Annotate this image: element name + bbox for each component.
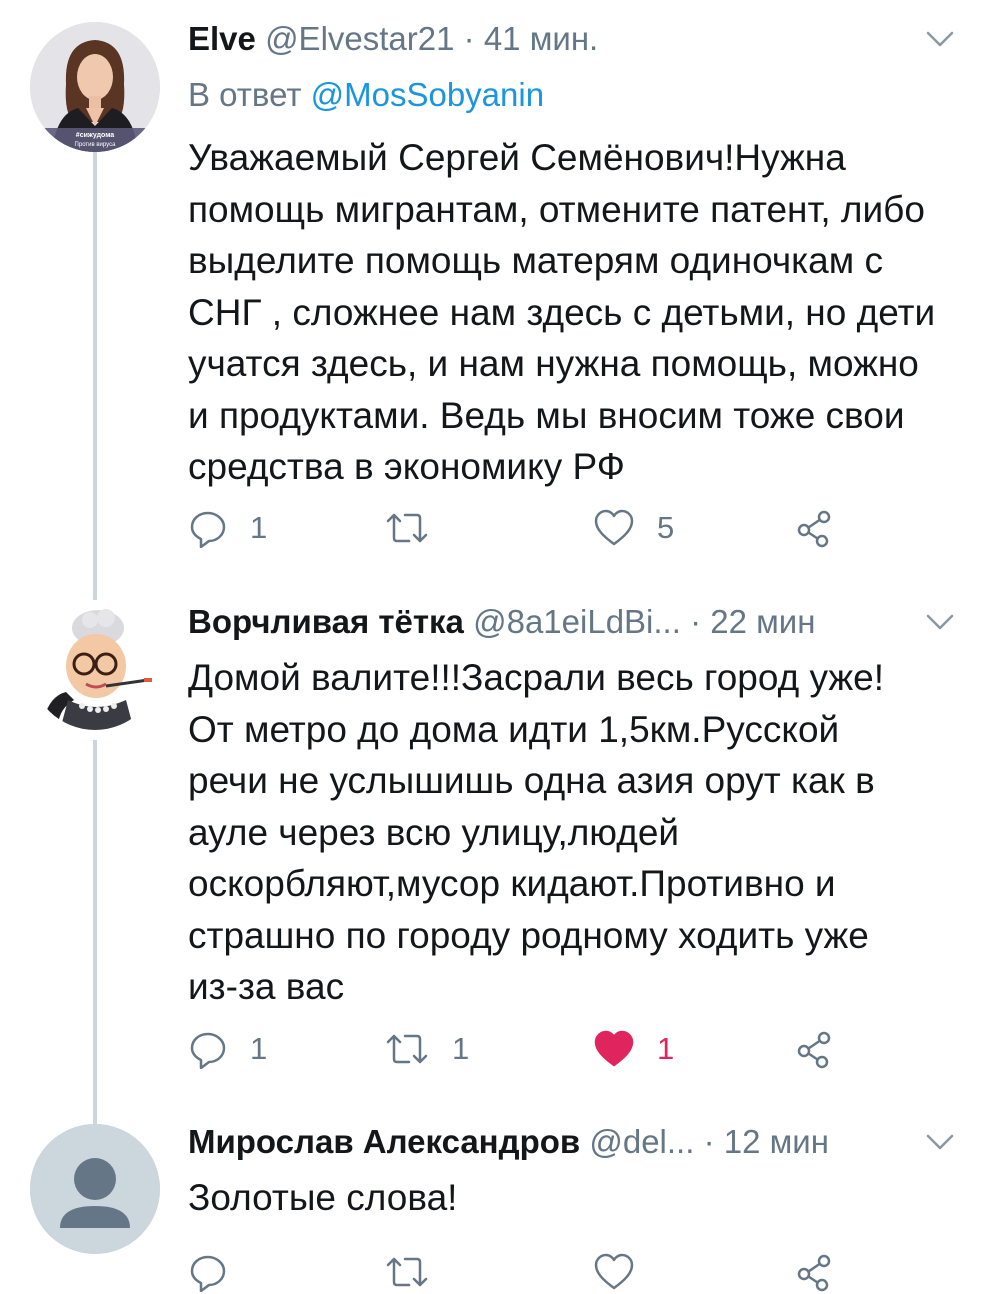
tweet-text-line: из-за вас xyxy=(188,966,345,1007)
reply-icon xyxy=(190,511,226,548)
avatar[interactable] xyxy=(30,1124,160,1254)
thread-line xyxy=(93,590,97,600)
reply-count: 1 xyxy=(250,1031,268,1066)
reply-count: 1 xyxy=(250,510,268,545)
separator-dot: · xyxy=(703,1123,715,1160)
like-button[interactable]: 5 xyxy=(593,506,674,550)
tweet-actions xyxy=(188,1250,848,1294)
tweet-text-line: Уважаемый Сергей Семёнович!Нужна xyxy=(188,137,846,178)
reply-context: В ответ @MosSobyanin xyxy=(188,73,544,117)
retweet-button[interactable]: 1 xyxy=(384,1027,469,1071)
tweet-actions: 1 1 1 xyxy=(188,1027,848,1071)
tweet-text-line: ауле через всю улицу,людей xyxy=(188,811,680,853)
timestamp[interactable]: 12 мин xyxy=(724,1123,829,1160)
tweet-text-line: учатся здесь, и нам нужна помощь, можно xyxy=(188,343,919,384)
avatar[interactable]: #сижудома Против вируса xyxy=(30,22,160,152)
tweet-text-line: оскорбляют,мусор кидают.Противно и xyxy=(188,863,836,904)
avatar-caption: #сижудома xyxy=(76,132,114,139)
reply-button[interactable] xyxy=(188,1250,250,1294)
tweet-header: Мирослав Александров @del... · 12 мин xyxy=(188,1120,958,1164)
tweet-text-line: страшно по городу родному ходить уже xyxy=(188,914,869,956)
tweet-text-line: От метро до дома идти 1,5км.Русской xyxy=(188,708,840,750)
display-name[interactable]: Мирослав Александров xyxy=(188,1123,580,1160)
share-button[interactable] xyxy=(794,1250,834,1294)
share-icon xyxy=(797,510,831,548)
tweet-text-line: речи не услышишь одна азия орут как в xyxy=(188,760,875,801)
mention-link[interactable]: @MosSobyanin xyxy=(311,76,544,113)
chevron-down-icon[interactable] xyxy=(922,1120,958,1164)
reply-icon xyxy=(190,1032,226,1069)
tweet-text: Домой валите!!!Засрали весь город уже! О… xyxy=(188,652,978,1013)
thread-line xyxy=(93,1110,97,1124)
reply-icon xyxy=(190,1255,226,1292)
tweet-text-line: выделите помощь матерям одиночкам с xyxy=(188,240,883,281)
like-count: 5 xyxy=(657,510,675,545)
tweet[interactable]: #сижудома Против вируса Elve @Elvestar21… xyxy=(0,0,998,590)
retweet-button[interactable] xyxy=(384,1250,452,1294)
retweet-icon xyxy=(386,1034,428,1064)
timestamp[interactable]: 41 мин. xyxy=(484,20,598,57)
like-button[interactable] xyxy=(593,1250,657,1294)
separator-dot: · xyxy=(463,20,475,57)
user-handle[interactable]: @del... xyxy=(589,1123,694,1160)
avatar[interactable] xyxy=(30,600,160,730)
timestamp[interactable]: 22 мин xyxy=(710,603,815,640)
tweet-text: Уважаемый Сергей Семёнович!Нужна помощь … xyxy=(188,132,978,493)
share-button[interactable] xyxy=(794,1027,834,1071)
chevron-down-icon[interactable] xyxy=(922,600,958,644)
retweet-icon xyxy=(386,1257,428,1287)
share-icon xyxy=(797,1254,831,1292)
like-button[interactable]: 1 xyxy=(593,1027,674,1071)
avatar-caption: Против вируса xyxy=(75,142,117,148)
tweet-actions: 1 5 xyxy=(188,506,848,550)
retweet-icon xyxy=(386,513,428,543)
user-handle[interactable]: @8a1eiLdBi... xyxy=(473,603,681,640)
tweet-text-line: Золотые слова! xyxy=(188,1177,458,1218)
retweet-button[interactable] xyxy=(384,506,452,550)
tweet-header: Ворчливая тётка @8a1eiLdBi... · 22 мин xyxy=(188,600,958,644)
reply-button[interactable]: 1 xyxy=(188,506,267,550)
tweet-text-line: помощь мигрантам, отмените патент, либо xyxy=(188,188,925,230)
tweet[interactable]: Ворчливая тётка @8a1eiLdBi... · 22 мин Д… xyxy=(0,590,998,1110)
heart-icon xyxy=(594,1253,634,1290)
tweet-text-line: Домой валите!!!Засрали весь город уже! xyxy=(188,657,885,698)
reply-button[interactable]: 1 xyxy=(188,1027,267,1071)
user-handle[interactable]: @Elvestar21 xyxy=(265,20,454,57)
heart-icon xyxy=(594,509,634,546)
separator-dot: · xyxy=(690,603,702,640)
reply-prefix: В ответ xyxy=(188,76,311,113)
share-icon xyxy=(797,1031,831,1069)
display-name[interactable]: Ворчливая тётка xyxy=(188,603,464,640)
tweet-text-line: и продуктами. Ведь мы вносим тоже свои xyxy=(188,394,905,436)
share-button[interactable] xyxy=(794,506,834,550)
tweet-text-line: СНГ , сложнее нам здесь с детьми, но дет… xyxy=(188,291,936,333)
retweet-count: 1 xyxy=(452,1031,470,1066)
thread-line xyxy=(93,740,97,1110)
tweet[interactable]: Мирослав Александров @del... · 12 мин Зо… xyxy=(0,1110,998,1292)
heart-filled-icon xyxy=(594,1030,634,1067)
default-avatar-icon xyxy=(30,1124,160,1254)
tweet-text: Золотые слова! xyxy=(188,1172,978,1224)
like-count: 1 xyxy=(657,1031,675,1066)
avatar-cartoon xyxy=(30,600,160,730)
tweet-text-line: средства в экономику РФ xyxy=(188,446,625,487)
avatar-photo: #сижудома Против вируса xyxy=(30,22,160,152)
thread-line xyxy=(93,150,97,590)
tweet-header: Elve @Elvestar21 · 41 мин. xyxy=(188,17,958,61)
display-name[interactable]: Elve xyxy=(188,20,256,57)
chevron-down-icon[interactable] xyxy=(922,17,958,61)
